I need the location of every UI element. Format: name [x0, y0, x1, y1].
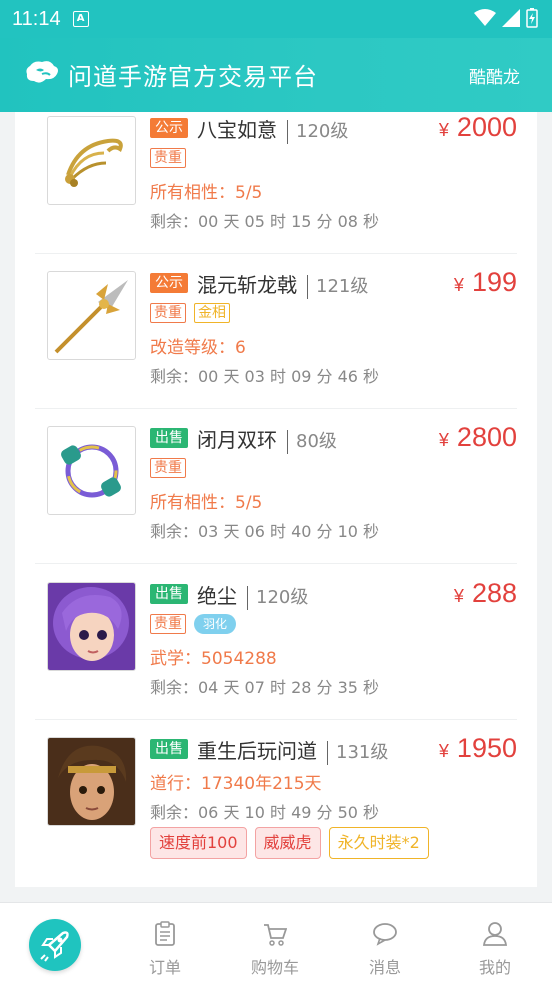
cart-icon — [264, 924, 287, 946]
nav-messages[interactable]: 消息 — [330, 903, 440, 984]
time-remaining: 剩余：03 天 06 时 40 分 10 秒 — [150, 522, 380, 541]
item-name: 闭月双环 80级 — [197, 428, 337, 454]
item-price: ¥2800 — [438, 422, 517, 452]
badge-rare: 贵重 — [150, 303, 186, 323]
status-tag: 出售 — [150, 739, 188, 759]
badge-rare: 贵重 — [150, 614, 186, 634]
item-level: 131级 — [336, 742, 389, 763]
item-image — [47, 116, 136, 205]
badge-row: 贵重 金相 — [150, 303, 230, 323]
item-name: 混元斩龙戟 121级 — [197, 273, 369, 299]
nav-label: 订单 — [148, 958, 181, 977]
listing-item[interactable]: 公示 八宝如意 120级 ¥2000 贵重 所有相性：5/5 剩余：00 天 05… — [35, 112, 517, 254]
badge-row: 贵重 羽化 — [150, 614, 237, 634]
status-icons — [474, 8, 538, 28]
cloud-logo-icon — [26, 61, 58, 83]
item-name: 绝尘 120级 — [197, 584, 309, 610]
item-level: 80级 — [296, 431, 337, 452]
signal-icon — [502, 9, 520, 27]
item-level: 121级 — [316, 276, 369, 297]
app-header: 问道手游官方交易平台 酷酷龙 — [0, 38, 552, 112]
nav-orders[interactable]: 订单 — [110, 903, 220, 984]
badge-feather: 羽化 — [194, 614, 237, 634]
item-name: 八宝如意 120级 — [197, 118, 349, 144]
status-bar: 11:14 A — [0, 0, 552, 38]
listing-item[interactable]: 公示 混元斩龙戟 121级 ¥199 贵重 金相 改造等级：6 剩余：00 天 0… — [35, 253, 517, 409]
item-attribute: 道行：17340年215天 — [150, 774, 322, 794]
badge-gold: 金相 — [194, 303, 230, 323]
item-price: ¥288 — [453, 578, 517, 608]
bottom-nav: 订单 购物车 消息 我的 — [0, 902, 552, 984]
item-image — [47, 271, 136, 360]
time-remaining: 剩余：06 天 10 时 49 分 50 秒 — [150, 803, 380, 822]
pill-pet: 威威虎 — [254, 827, 321, 859]
item-attribute: 所有相性：5/5 — [150, 183, 263, 203]
chat-icon — [373, 923, 397, 946]
pill-fashion: 永久时装*2 — [328, 827, 429, 859]
item-image — [47, 426, 136, 515]
status-tag: 公示 — [150, 118, 188, 138]
item-level: 120级 — [296, 121, 349, 142]
item-price: ¥2000 — [438, 112, 517, 142]
item-level: 120级 — [256, 587, 309, 608]
badge-row: 贵重 — [150, 458, 186, 478]
nav-label: 消息 — [368, 958, 401, 977]
page-title: 问道手游官方交易平台 — [68, 63, 318, 91]
item-price: ¥1950 — [438, 733, 517, 763]
wifi-icon — [474, 9, 496, 26]
notification-icon: A — [72, 11, 89, 27]
item-attribute: 武学：5054288 — [150, 649, 277, 669]
clipboard-icon — [155, 921, 175, 946]
item-attribute: 所有相性：5/5 — [150, 493, 263, 513]
listing-item[interactable]: 出售 绝尘 120级 ¥288 贵重 羽化 武学：5054288 剩余：04 天 … — [35, 564, 517, 720]
listing-panel: 公示 八宝如意 120级 ¥2000 贵重 所有相性：5/5 剩余：00 天 05… — [15, 112, 537, 887]
nav-mine[interactable]: 我的 — [440, 903, 550, 984]
status-tag: 公示 — [150, 273, 188, 293]
nav-cart[interactable]: 购物车 — [220, 903, 330, 984]
time-remaining: 剩余：00 天 03 时 09 分 46 秒 — [150, 367, 380, 386]
character-avatar — [47, 737, 136, 826]
battery-icon — [526, 8, 538, 28]
feature-pills: 速度前100 威威虎 永久时装*2 — [150, 827, 429, 859]
badge-rare: 贵重 — [150, 458, 186, 478]
pill-speed: 速度前100 — [150, 827, 247, 859]
clock: 11:14 — [12, 7, 61, 30]
item-attribute: 改造等级：6 — [150, 338, 246, 358]
user-icon — [483, 922, 507, 946]
home-button[interactable] — [29, 919, 81, 971]
character-avatar — [47, 582, 136, 671]
time-remaining: 剩余：00 天 05 时 15 分 08 秒 — [150, 212, 380, 231]
listing-item[interactable]: 出售 闭月双环 80级 ¥2800 贵重 所有相性：5/5 剩余：03 天 06 … — [35, 408, 517, 564]
status-tag: 出售 — [150, 584, 188, 604]
listing-item[interactable]: 出售 重生后玩问道 131级 ¥1950 道行：17340年215天 剩余：06 … — [35, 719, 517, 887]
nav-label: 我的 — [478, 958, 511, 977]
rocket-icon — [40, 931, 69, 962]
username-link[interactable]: 酷酷龙 — [469, 63, 520, 88]
nav-label: 购物车 — [250, 958, 299, 977]
time-remaining: 剩余：04 天 07 时 28 分 35 秒 — [150, 678, 380, 697]
badge-rare: 贵重 — [150, 148, 186, 168]
item-name: 重生后玩问道 131级 — [197, 739, 389, 765]
status-tag: 出售 — [150, 428, 188, 448]
item-price: ¥199 — [453, 267, 517, 297]
badge-row: 贵重 — [150, 148, 186, 168]
